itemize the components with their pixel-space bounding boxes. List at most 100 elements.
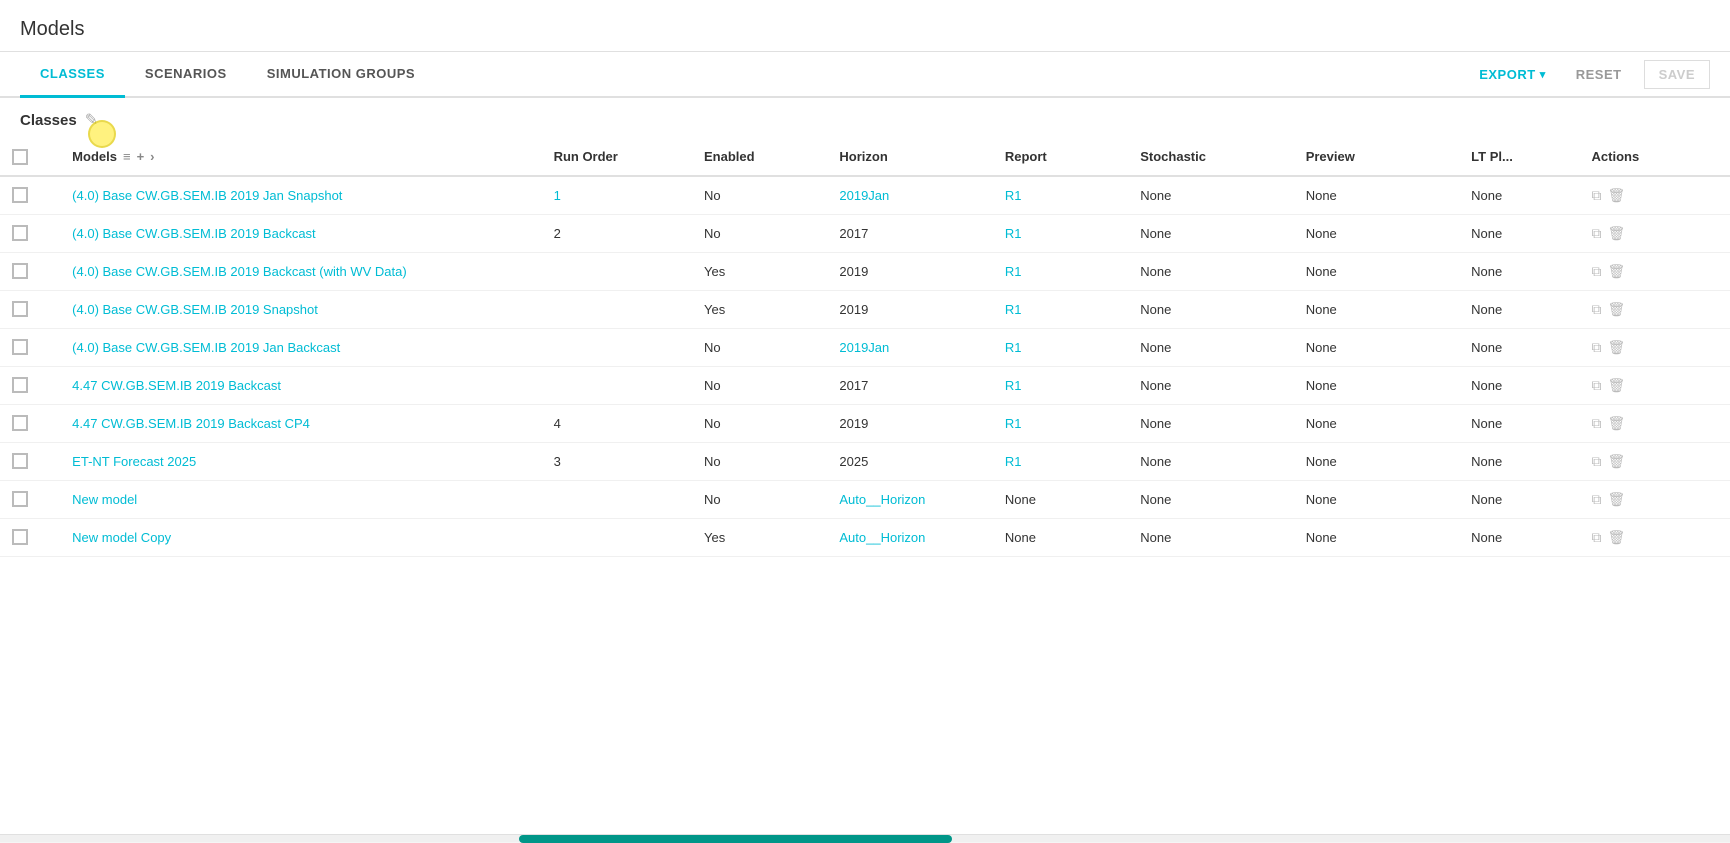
- row-actions: ⧉🗑: [1580, 328, 1730, 366]
- row-checkbox[interactable]: [12, 529, 28, 545]
- row-model-name[interactable]: (4.0) Base CW.GB.SEM.IB 2019 Snapshot: [60, 290, 541, 328]
- tab-scenarios[interactable]: SCENARIOS: [125, 52, 247, 98]
- copy-icon[interactable]: ⧉: [1592, 377, 1602, 394]
- row-model-name[interactable]: New model: [60, 480, 541, 518]
- copy-icon[interactable]: ⧉: [1592, 187, 1602, 204]
- row-stochastic: None: [1128, 290, 1293, 328]
- row-preview: None: [1294, 328, 1459, 366]
- row-horizon: 2017: [827, 366, 992, 404]
- select-all-checkbox[interactable]: [12, 149, 28, 165]
- row-horizon: 2019Jan: [827, 176, 992, 215]
- delete-icon[interactable]: 🗑: [1608, 415, 1626, 432]
- save-button[interactable]: SAVE: [1644, 60, 1710, 89]
- table-wrapper: Models ≡ + › Run Order Enabled Horizon R…: [0, 138, 1730, 834]
- row-stochastic: None: [1128, 366, 1293, 404]
- row-horizon: 2019: [827, 290, 992, 328]
- row-model-name[interactable]: (4.0) Base CW.GB.SEM.IB 2019 Backcast: [60, 214, 541, 252]
- delete-icon[interactable]: 🗑: [1608, 491, 1626, 508]
- reset-button[interactable]: RESET: [1562, 61, 1636, 88]
- row-run-order: 2: [542, 214, 692, 252]
- section-header: Classes ✎: [0, 98, 1730, 138]
- row-checkbox[interactable]: [12, 301, 28, 317]
- delete-icon[interactable]: 🗑: [1608, 453, 1626, 470]
- row-checkbox[interactable]: [12, 187, 28, 203]
- table-row: New modelNoAuto__HorizonNoneNoneNoneNone…: [0, 480, 1730, 518]
- export-button[interactable]: EXPORT ▾: [1471, 61, 1554, 88]
- row-lt-pl: None: [1459, 442, 1579, 480]
- table-row: (4.0) Base CW.GB.SEM.IB 2019 Snapshot Yes…: [0, 290, 1730, 328]
- row-checkbox-cell: [0, 252, 60, 290]
- row-actions: ⧉🗑: [1580, 518, 1730, 556]
- actions-cell: ⧉🗑: [1592, 415, 1718, 432]
- copy-icon[interactable]: ⧉: [1592, 491, 1602, 508]
- row-actions: ⧉🗑: [1580, 480, 1730, 518]
- row-report: None: [993, 480, 1128, 518]
- row-horizon: Auto__Horizon: [827, 480, 992, 518]
- row-model-name[interactable]: 4.47 CW.GB.SEM.IB 2019 Backcast: [60, 366, 541, 404]
- section-title: Classes: [20, 112, 77, 129]
- row-checkbox[interactable]: [12, 339, 28, 355]
- delete-icon[interactable]: 🗑: [1608, 225, 1626, 242]
- delete-icon[interactable]: 🗑: [1608, 187, 1626, 204]
- row-checkbox[interactable]: [12, 415, 28, 431]
- copy-icon[interactable]: ⧉: [1592, 453, 1602, 470]
- row-stochastic: None: [1128, 518, 1293, 556]
- copy-icon[interactable]: ⧉: [1592, 529, 1602, 546]
- row-horizon: 2019: [827, 252, 992, 290]
- row-lt-pl: None: [1459, 252, 1579, 290]
- row-model-name[interactable]: 4.47 CW.GB.SEM.IB 2019 Backcast CP4: [60, 404, 541, 442]
- col-header-ltpl: LT Pl...: [1459, 138, 1579, 176]
- row-checkbox[interactable]: [12, 263, 28, 279]
- actions-cell: ⧉🗑: [1592, 301, 1718, 318]
- actions-cell: ⧉🗑: [1592, 491, 1718, 508]
- row-checkbox[interactable]: [12, 453, 28, 469]
- rename-icon[interactable]: ✎: [85, 110, 98, 130]
- table-row: (4.0) Base CW.GB.SEM.IB 2019 Backcast2 No…: [0, 214, 1730, 252]
- row-lt-pl: None: [1459, 518, 1579, 556]
- row-model-name[interactable]: (4.0) Base CW.GB.SEM.IB 2019 Jan Snapsho…: [60, 176, 541, 215]
- row-horizon: 2025: [827, 442, 992, 480]
- row-report: None: [993, 518, 1128, 556]
- add-icon[interactable]: +: [137, 149, 145, 164]
- copy-icon[interactable]: ⧉: [1592, 339, 1602, 356]
- tabs-bar: CLASSES SCENARIOS SIMULATION GROUPS EXPO…: [0, 52, 1730, 98]
- row-run-order: [542, 328, 692, 366]
- sort-icon[interactable]: ≡: [123, 149, 131, 164]
- col-header-models: Models ≡ + ›: [60, 138, 541, 176]
- row-report: R1: [993, 404, 1128, 442]
- actions-cell: ⧉🗑: [1592, 339, 1718, 356]
- row-enabled: No: [692, 366, 827, 404]
- delete-icon[interactable]: 🗑: [1608, 301, 1626, 318]
- copy-icon[interactable]: ⧉: [1592, 263, 1602, 280]
- copy-icon[interactable]: ⧉: [1592, 415, 1602, 432]
- delete-icon[interactable]: 🗑: [1608, 339, 1626, 356]
- row-lt-pl: None: [1459, 328, 1579, 366]
- row-lt-pl: None: [1459, 366, 1579, 404]
- delete-icon[interactable]: 🗑: [1608, 377, 1626, 394]
- row-enabled: Yes: [692, 290, 827, 328]
- row-checkbox-cell: [0, 518, 60, 556]
- copy-icon[interactable]: ⧉: [1592, 301, 1602, 318]
- copy-icon[interactable]: ⧉: [1592, 225, 1602, 242]
- row-checkbox[interactable]: [12, 225, 28, 241]
- table-row: New model CopyYesAuto__HorizonNoneNoneNo…: [0, 518, 1730, 556]
- row-model-name[interactable]: ET-NT Forecast 2025: [60, 442, 541, 480]
- row-model-name[interactable]: (4.0) Base CW.GB.SEM.IB 2019 Backcast (w…: [60, 252, 541, 290]
- row-model-name[interactable]: (4.0) Base CW.GB.SEM.IB 2019 Jan Backcas…: [60, 328, 541, 366]
- row-horizon: 2019Jan: [827, 328, 992, 366]
- row-actions: ⧉🗑: [1580, 252, 1730, 290]
- row-actions: ⧉🗑: [1580, 442, 1730, 480]
- tab-classes[interactable]: CLASSES: [20, 52, 125, 98]
- scrollbar-area[interactable]: [0, 834, 1730, 842]
- row-stochastic: None: [1128, 404, 1293, 442]
- delete-icon[interactable]: 🗑: [1608, 529, 1626, 546]
- row-checkbox[interactable]: [12, 491, 28, 507]
- row-preview: None: [1294, 214, 1459, 252]
- expand-icon[interactable]: ›: [150, 149, 154, 164]
- row-preview: None: [1294, 290, 1459, 328]
- row-run-order[interactable]: 1: [542, 176, 692, 215]
- tab-simulation-groups[interactable]: SIMULATION GROUPS: [247, 52, 435, 98]
- row-model-name[interactable]: New model Copy: [60, 518, 541, 556]
- row-checkbox[interactable]: [12, 377, 28, 393]
- delete-icon[interactable]: 🗑: [1608, 263, 1626, 280]
